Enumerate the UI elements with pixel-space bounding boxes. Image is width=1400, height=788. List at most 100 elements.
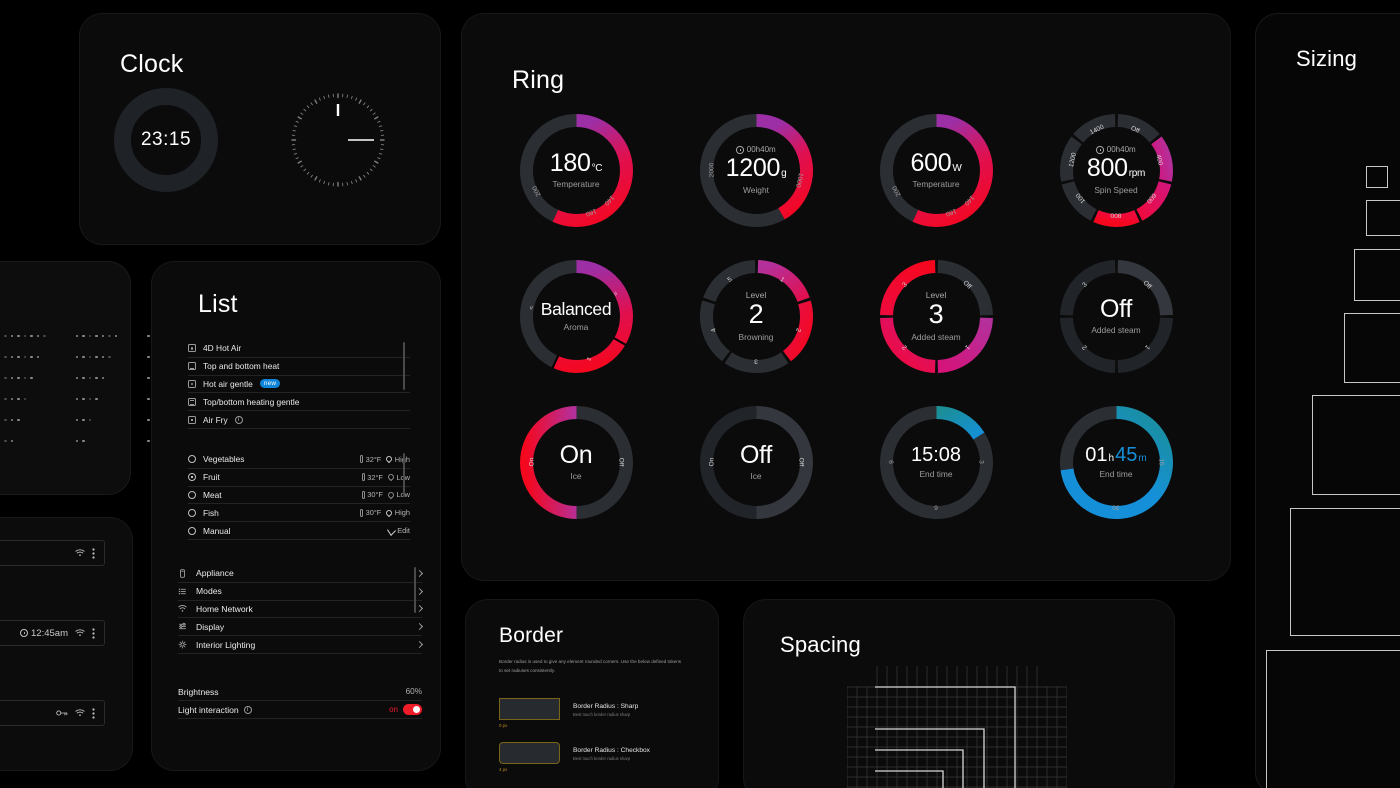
radio-button[interactable] — [188, 508, 196, 517]
analog-clock-dial[interactable] — [286, 88, 390, 192]
food-list-item[interactable]: Vegetables 32°FHigh — [188, 451, 410, 469]
mode-list-item-label: Air Fry — [203, 414, 228, 425]
mode-list-item[interactable]: Air Fry i — [188, 411, 410, 429]
mode-list-item[interactable]: Top and bottom heat — [188, 358, 410, 376]
wifi-icon — [75, 629, 85, 636]
nav-list-item-display[interactable]: Display — [178, 618, 424, 637]
ring-added-steam-off[interactable]: Off Added steam Off 1 2 3 — [1059, 259, 1174, 374]
ring-ice-on[interactable]: On Ice Off On — [519, 405, 634, 520]
radio-button[interactable] — [188, 455, 196, 464]
ring-power-600[interactable]: 600 W Temperature 200 160 140 — [879, 113, 994, 228]
mode-list-item[interactable]: Hot air gentle new — [188, 376, 410, 394]
status-card[interactable] — [0, 540, 105, 566]
ring-caption: Added steam — [911, 331, 961, 342]
radio-button[interactable] — [188, 526, 196, 535]
ring-caption: Spin Speed — [1094, 184, 1138, 195]
wifi-icon — [75, 709, 85, 716]
dot — [10, 334, 13, 338]
dot — [82, 355, 85, 359]
ring-weight-1200[interactable]: 00h40m 1200 g Weight 2000 1000 — [699, 113, 814, 228]
sizing-box — [1266, 650, 1400, 788]
mode-list-item[interactable]: 4D Hot Air — [188, 340, 410, 358]
sizing-box — [1366, 200, 1400, 236]
edit-pencil-icon[interactable] — [386, 525, 396, 537]
food-list-item[interactable]: Fish 30°F High — [188, 504, 410, 523]
ring-value: 600 W — [911, 150, 962, 176]
border-token-swatch-group: 0 px — [499, 698, 560, 728]
border-token-swatch — [499, 742, 560, 764]
clock-icon — [20, 629, 29, 637]
food-list-item[interactable]: Fruit 32°FLow — [188, 469, 410, 487]
nav-list-item-interior-lighting[interactable]: Interior Lighting — [178, 636, 424, 654]
nav-list-item-home-network[interactable]: Home Network — [178, 601, 424, 619]
food-list-item-label: Fruit — [203, 472, 220, 483]
toggle-group[interactable]: on — [389, 704, 422, 715]
dot — [88, 397, 91, 401]
radio-button[interactable] — [188, 473, 196, 482]
dot — [108, 334, 111, 338]
food-list-scrollbar[interactable] — [403, 453, 405, 497]
lighting-icon — [178, 640, 187, 649]
nav-list-item-modes[interactable]: Modes — [178, 583, 424, 601]
dot — [36, 334, 39, 338]
setting-row[interactable]: Light interaction i on — [178, 701, 422, 719]
ring-tick-label: On — [708, 457, 715, 467]
ring-temperature-180[interactable]: 180 °C Temperature 200 160 140 — [519, 113, 634, 228]
kebab-icon[interactable] — [92, 547, 95, 559]
dot — [4, 355, 7, 359]
dot — [88, 355, 91, 359]
sizing-box — [1344, 313, 1400, 383]
dot — [75, 355, 78, 359]
sizing-box — [1354, 249, 1400, 301]
dot — [88, 376, 91, 380]
airfry-icon — [188, 415, 196, 424]
mode-list-item[interactable]: Top/bottom heating gentle — [188, 393, 410, 412]
toggle-switch[interactable] — [403, 704, 422, 715]
ring-tick-label: 30 — [1112, 503, 1120, 510]
kebab-icon[interactable] — [92, 627, 95, 639]
ring-value: 180 °C — [550, 150, 603, 176]
dot — [101, 376, 104, 380]
ring-ice-off[interactable]: Off Ice Off On — [699, 405, 814, 520]
dot — [17, 418, 20, 422]
setting-label: Light interaction — [178, 704, 239, 715]
food-list-item[interactable]: Manual Edit — [188, 522, 410, 540]
setting-row[interactable]: Brightness 60% — [178, 683, 422, 701]
dot — [10, 376, 13, 380]
display-icon — [179, 623, 186, 630]
nav-list-scrollbar[interactable] — [414, 567, 416, 613]
ring-caption: Ice — [570, 471, 582, 482]
ring-added-steam-level-3[interactable]: Level 3 Added steam Off 1 2 3 — [879, 259, 994, 374]
status-card[interactable]: 12:45am — [0, 620, 105, 646]
ring-end-time-01h45m[interactable]: 01 h 45 m End time 15 30 — [1059, 405, 1174, 520]
border-token-px: 4 px — [499, 767, 508, 772]
info-icon[interactable]: i — [243, 705, 252, 714]
temperature-value: 32°F — [367, 472, 383, 482]
food-list-item[interactable]: Meat 30°FLow — [188, 487, 410, 505]
clock-panel: Clock 23:15 — [80, 14, 440, 244]
kebab-icon[interactable] — [92, 707, 95, 719]
border-token-row: 0 px Border Radius : Sharp Best touch bord… — [499, 698, 689, 728]
chevron-right-icon — [415, 641, 424, 649]
appliance-icon — [180, 569, 185, 578]
radio-button[interactable] — [188, 490, 196, 499]
ring-center: Balanced Aroma — [519, 259, 634, 374]
food-list-item-label: Fish — [203, 507, 219, 518]
ring-aroma-balanced[interactable]: Balanced Aroma ≈ ∿ ≈ — [519, 259, 634, 374]
ring-cell: On Ice Off On — [486, 400, 666, 524]
ring-spin-speed-800[interactable]: 00h40m 800 rpm Spin Speed Off 400 600 800 100 120… — [1059, 113, 1174, 228]
mode-list-scrollbar[interactable] — [403, 342, 405, 390]
ring-center: 01 h 45 m End time — [1059, 405, 1174, 520]
dot — [82, 418, 85, 422]
humidity-value: Edit — [397, 526, 410, 536]
status-card[interactable] — [0, 700, 105, 726]
ring-unit: °C — [591, 162, 603, 174]
ring-end-time-1508[interactable]: 15:08 End time 3 6 9 — [879, 405, 994, 520]
digital-clock-dial[interactable]: 23:15 — [114, 88, 218, 192]
nav-list-item-appliance[interactable]: Appliance — [178, 565, 424, 583]
humidity-group: Low — [386, 473, 410, 482]
border-token-row: 4 px Border Radius : Checkbox Best touch b… — [499, 742, 689, 772]
nav-list-item-label: Appliance — [196, 568, 234, 579]
info-icon[interactable]: i — [234, 415, 243, 424]
ring-browning-level-2[interactable]: Level 2 Browning 1 2 3 4 5 — [699, 259, 814, 374]
